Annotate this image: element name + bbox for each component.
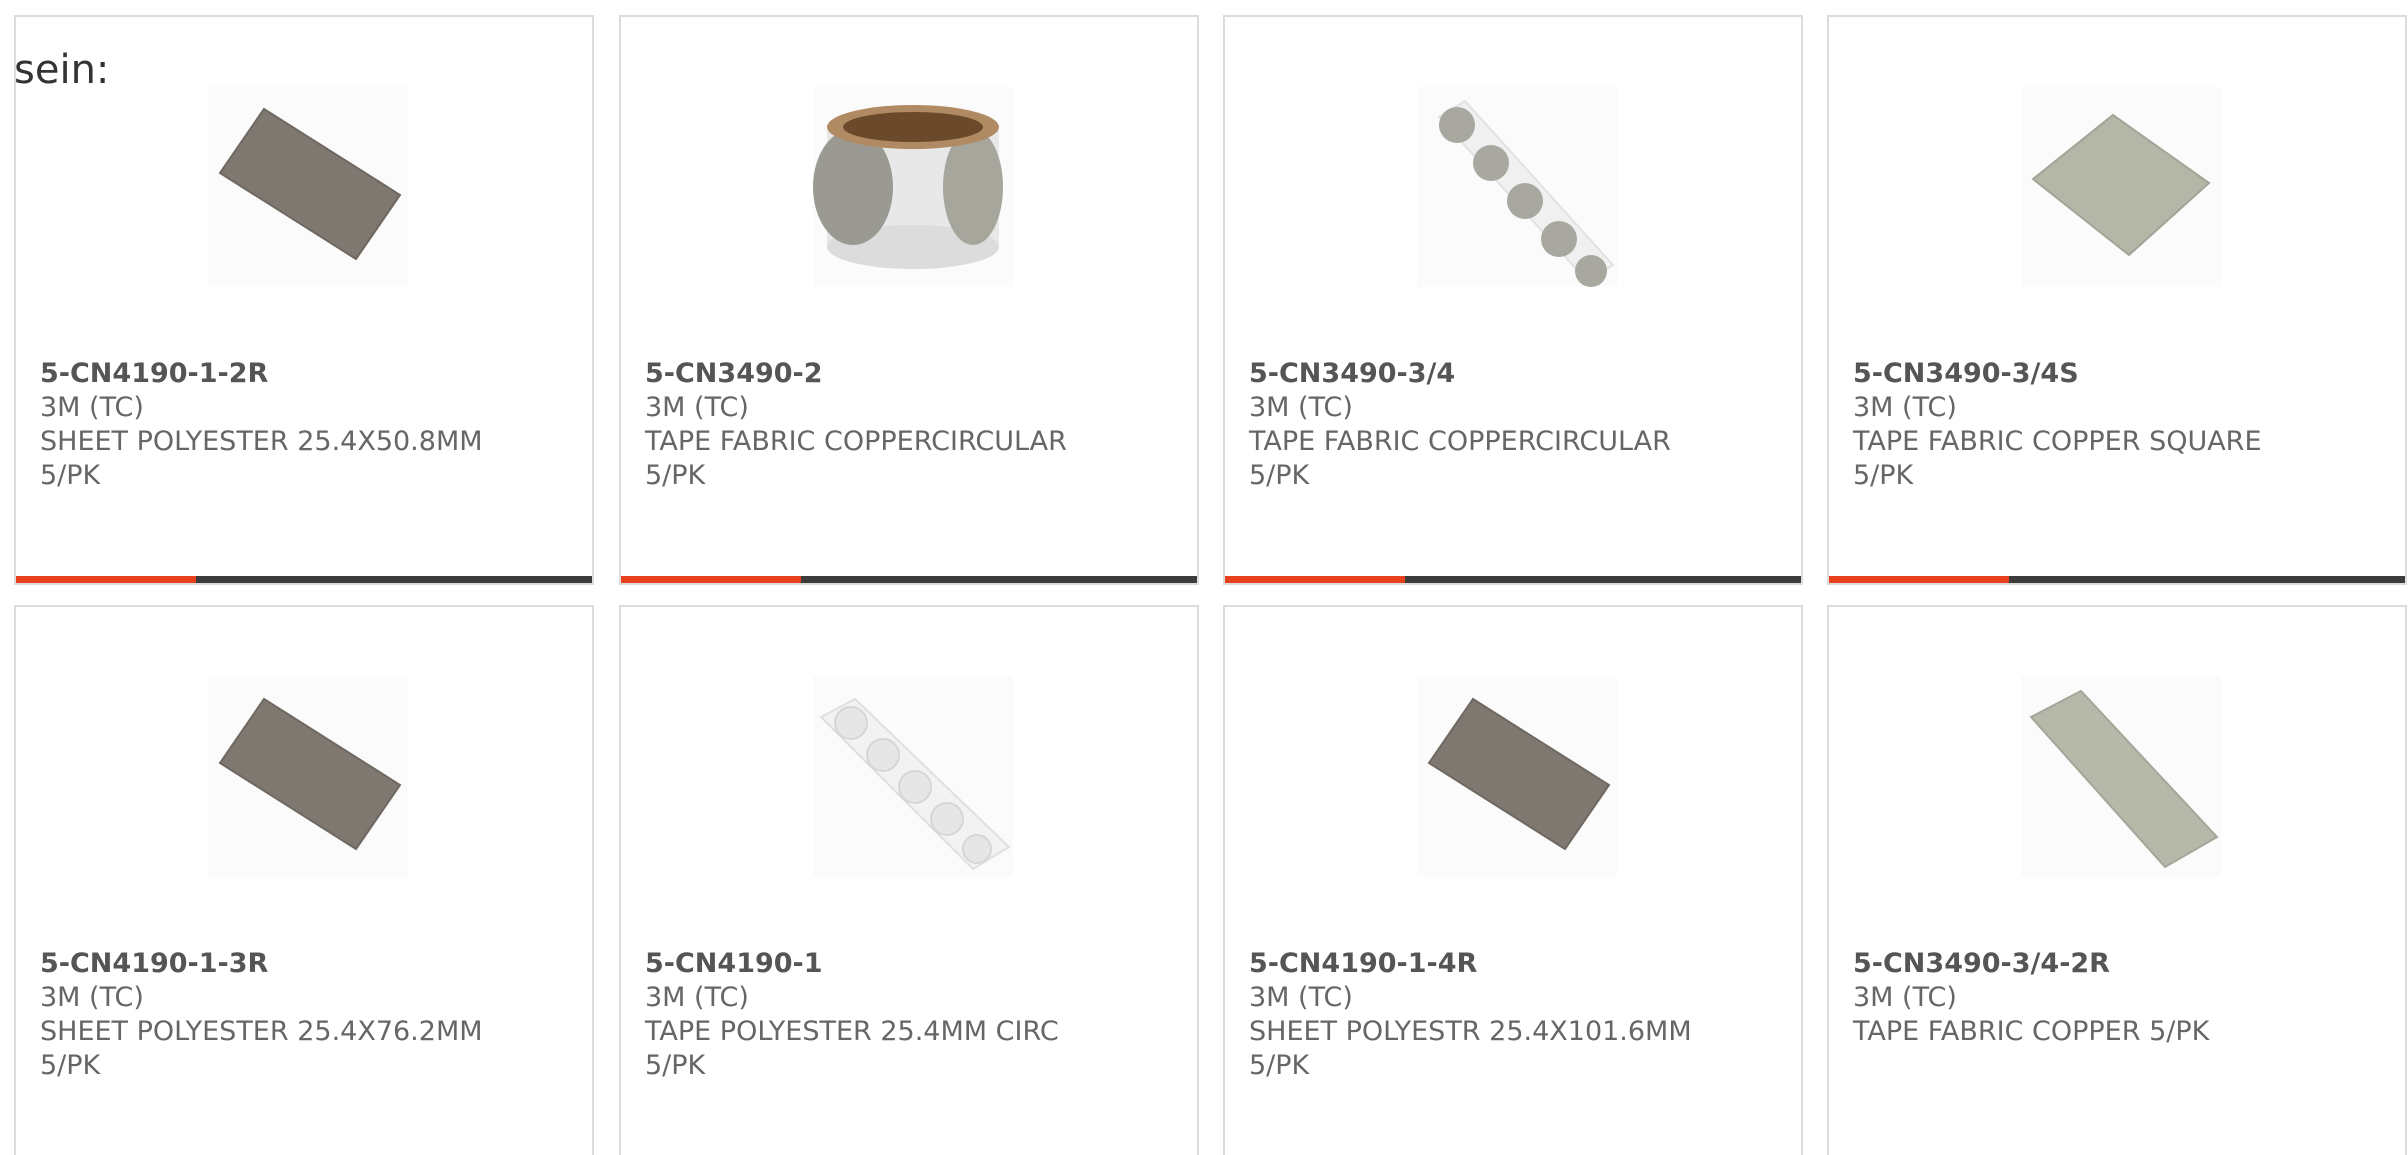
product-card[interactable]: 5-CN4190-1-4R 3M (TC) SHEET POLYESTR 25.… <box>1223 605 1803 1155</box>
part-number[interactable]: 5-CN4190-1 <box>645 947 1187 981</box>
product-grid-page: sein: 5-CN4190-1-2R 3M (TC) SHEET POLYES… <box>0 0 2408 1155</box>
description: TAPE POLYESTER 25.4MM CIRC <box>645 1016 1059 1047</box>
brand: 3M (TC) <box>40 982 144 1013</box>
quantity: 5/PK <box>645 1050 706 1081</box>
product-info: 5-CN3490-2 3M (TC) TAPE FABRIC COPPERCIR… <box>645 357 1187 493</box>
product-info: 5-CN3490-3/4 3M (TC) TAPE FABRIC COPPERC… <box>1249 357 1791 493</box>
product-info: 5-CN3490-3/4S 3M (TC) TAPE FABRIC COPPER… <box>1853 357 2395 493</box>
card-accent-bar <box>16 576 196 583</box>
tape-roll-image <box>813 87 1013 287</box>
part-number[interactable]: 5-CN3490-3/4-2R <box>1853 947 2395 981</box>
product-card[interactable]: 5-CN4190-1-2R 3M (TC) SHEET POLYESTER 25… <box>14 15 594 585</box>
brand: 3M (TC) <box>1249 392 1353 423</box>
product-card[interactable]: 5-CN4190-1-3R 3M (TC) SHEET POLYESTER 25… <box>14 605 594 1155</box>
brand: 3M (TC) <box>645 392 749 423</box>
circular-dots-strip-image <box>1417 87 1617 287</box>
description: SHEET POLYESTR 25.4X101.6MM <box>1249 1016 1692 1047</box>
section-heading: sein: <box>14 47 110 93</box>
sheet-polyester-image <box>208 87 408 287</box>
brand: 3M (TC) <box>40 392 144 423</box>
quantity: 5/PK <box>1249 460 1310 491</box>
sheet-polyester-image <box>1417 677 1617 877</box>
description: TAPE FABRIC COPPER 5/PK <box>1853 1016 2210 1047</box>
description: SHEET POLYESTER 25.4X76.2MM <box>40 1016 483 1047</box>
description: SHEET POLYESTER 25.4X50.8MM <box>40 426 483 457</box>
brand: 3M (TC) <box>1853 392 1957 423</box>
brand: 3M (TC) <box>645 982 749 1013</box>
part-number[interactable]: 5-CN4190-1-2R <box>40 357 582 391</box>
copper-square-image <box>2021 87 2221 287</box>
description: TAPE FABRIC COPPERCIRCULAR <box>645 426 1067 457</box>
part-number[interactable]: 5-CN4190-1-3R <box>40 947 582 981</box>
quantity: 5/PK <box>645 460 706 491</box>
card-bottom-bar <box>1225 576 1801 583</box>
sheet-polyester-image <box>208 677 408 877</box>
description: TAPE FABRIC COPPER SQUARE <box>1853 426 2262 457</box>
quantity: 5/PK <box>1853 460 1914 491</box>
quantity: 5/PK <box>40 460 101 491</box>
card-bottom-bar <box>16 576 592 583</box>
part-number[interactable]: 5-CN3490-3/4 <box>1249 357 1791 391</box>
card-bottom-bar <box>1829 576 2405 583</box>
product-info: 5-CN3490-3/4-2R 3M (TC) TAPE FABRIC COPP… <box>1853 947 2395 1049</box>
brand: 3M (TC) <box>1853 982 1957 1013</box>
clear-dots-strip-image <box>813 677 1013 877</box>
product-card[interactable]: 5-CN3490-3/4S 3M (TC) TAPE FABRIC COPPER… <box>1827 15 2407 585</box>
part-number[interactable]: 5-CN4190-1-4R <box>1249 947 1791 981</box>
product-info: 5-CN4190-1-2R 3M (TC) SHEET POLYESTER 25… <box>40 357 582 493</box>
quantity: 5/PK <box>40 1050 101 1081</box>
quantity: 5/PK <box>1249 1050 1310 1081</box>
part-number[interactable]: 5-CN3490-2 <box>645 357 1187 391</box>
description: TAPE FABRIC COPPERCIRCULAR <box>1249 426 1671 457</box>
card-accent-bar <box>1829 576 2009 583</box>
product-card[interactable]: 5-CN3490-2 3M (TC) TAPE FABRIC COPPERCIR… <box>619 15 1199 585</box>
card-accent-bar <box>621 576 801 583</box>
card-bottom-bar <box>621 576 1197 583</box>
part-number[interactable]: 5-CN3490-3/4S <box>1853 357 2395 391</box>
product-info: 5-CN4190-1-3R 3M (TC) SHEET POLYESTER 25… <box>40 947 582 1083</box>
copper-strip-image <box>2021 677 2221 877</box>
product-card[interactable]: 5-CN4190-1 3M (TC) TAPE POLYESTER 25.4MM… <box>619 605 1199 1155</box>
product-info: 5-CN4190-1-4R 3M (TC) SHEET POLYESTR 25.… <box>1249 947 1791 1083</box>
card-accent-bar <box>1225 576 1405 583</box>
product-info: 5-CN4190-1 3M (TC) TAPE POLYESTER 25.4MM… <box>645 947 1187 1083</box>
product-card[interactable]: 5-CN3490-3/4-2R 3M (TC) TAPE FABRIC COPP… <box>1827 605 2407 1155</box>
product-card[interactable]: 5-CN3490-3/4 3M (TC) TAPE FABRIC COPPERC… <box>1223 15 1803 585</box>
brand: 3M (TC) <box>1249 982 1353 1013</box>
